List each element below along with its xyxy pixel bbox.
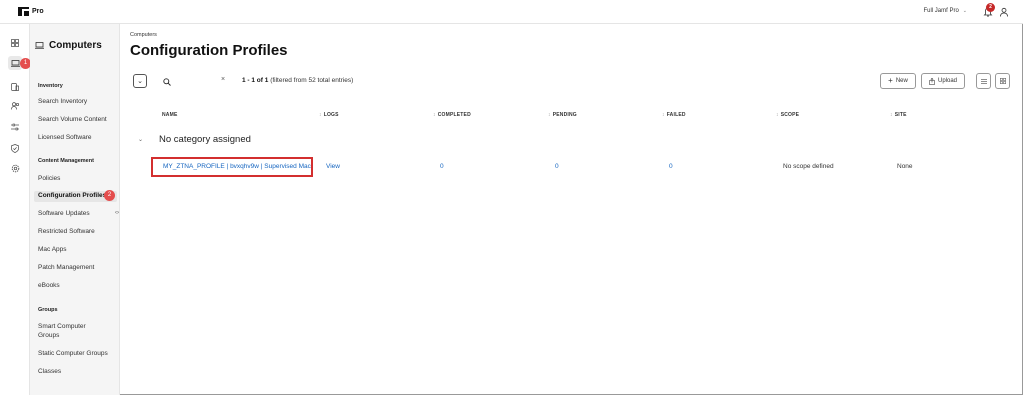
jamf-logo-icon: [18, 7, 29, 16]
list-view-button[interactable]: [976, 73, 991, 89]
sidebar-title-text: Computers: [49, 40, 102, 51]
sidebar-title: Computers: [35, 40, 102, 51]
users-icon[interactable]: [8, 99, 22, 113]
column-header-scope-label: SCOPE: [780, 112, 800, 118]
toolbar: ⌄ × 1 - 1 of 1 (filtered from 52 total e…: [133, 73, 1013, 89]
highlight-box: [151, 157, 313, 177]
category-group-row[interactable]: ⌄ No category assigned: [130, 130, 1015, 148]
new-button-label: New: [895, 78, 908, 84]
step-badge-2: 2: [104, 190, 115, 201]
column-header-pending-label: PENDING: [552, 112, 577, 118]
dashboard-icon[interactable]: [8, 36, 22, 50]
sort-icon: ↕: [319, 112, 322, 118]
sort-icon: ↕: [776, 112, 779, 118]
results-count: 1 - 1 of 1 (filtered from 52 total entri…: [242, 77, 353, 84]
sidebar-item-ebooks[interactable]: eBooks: [34, 281, 117, 291]
sidebar-heading-content-management: Content Management: [38, 158, 94, 164]
column-header-site-label: SITE: [894, 112, 907, 118]
sidebar-item-classes[interactable]: Classes: [34, 367, 117, 377]
plus-icon: +: [888, 76, 893, 85]
devices-icon[interactable]: [8, 80, 22, 94]
sidebar-heading-groups: Groups: [38, 307, 58, 313]
brand-name: Pro: [32, 8, 44, 15]
completed-count-link[interactable]: 0: [440, 163, 444, 170]
column-header-completed[interactable]: ↕ COMPLETED: [433, 112, 471, 118]
list-view-icon: [980, 78, 987, 84]
clear-search-icon[interactable]: ×: [221, 76, 225, 83]
sidebar-item-search-volume-content[interactable]: Search Volume Content: [34, 115, 117, 125]
column-header-scope[interactable]: ↕ SCOPE: [776, 112, 799, 118]
sidebar-item-patch-management[interactable]: Patch Management: [34, 263, 117, 273]
sidebar-item-policies[interactable]: Policies: [34, 174, 117, 184]
column-header-name[interactable]: NAME: [162, 112, 178, 118]
grid-view-icon: [999, 78, 1006, 84]
table-header: NAME ↕ LOGS ↕ COMPLETED ↕ PENDING ↕ FAILED ↕…: [130, 112, 1015, 120]
logs-view-link[interactable]: View: [326, 163, 340, 170]
user-icon[interactable]: [999, 7, 1009, 17]
sort-icon: ↕: [890, 112, 893, 118]
notification-badge: 2: [986, 3, 995, 12]
sidebar-item-licensed-software[interactable]: Licensed Software: [34, 133, 117, 143]
results-range: 1 - 1 of 1: [242, 77, 269, 84]
sidebar: Computers Inventory Search Inventory Sea…: [30, 24, 120, 395]
scope-value: No scope defined: [783, 163, 834, 170]
results-filter-note: (filtered from 52 total entries): [270, 77, 354, 84]
sidebar-item-software-updates[interactable]: Software Updates: [34, 209, 117, 219]
chevron-down-icon: ⌄: [962, 8, 967, 14]
breadcrumb[interactable]: Computers: [130, 32, 157, 38]
chevron-down-icon: ⌄: [137, 77, 143, 85]
account-name: Full Jamf Pro: [923, 8, 959, 14]
column-header-logs-label: LOGS: [323, 112, 339, 118]
chevron-down-icon[interactable]: ⌄: [138, 136, 143, 143]
upload-button[interactable]: Upload: [921, 73, 965, 89]
account-switcher[interactable]: Full Jamf Pro ⌄: [923, 8, 967, 14]
column-header-site[interactable]: ↕ SITE: [890, 112, 907, 118]
sidebar-item-search-inventory[interactable]: Search Inventory: [34, 97, 117, 107]
shield-icon[interactable]: [8, 141, 22, 155]
search-icon: [163, 78, 171, 86]
sidebar-item-restricted-software[interactable]: Restricted Software: [34, 227, 117, 237]
column-header-failed-label: FAILED: [666, 112, 686, 118]
new-button[interactable]: + New: [880, 73, 916, 89]
column-header-failed[interactable]: ↕ FAILED: [662, 112, 686, 118]
grid-view-button[interactable]: [995, 73, 1010, 89]
settings-sliders-icon[interactable]: [8, 120, 22, 134]
failed-count-link[interactable]: 0: [669, 163, 673, 170]
site-value: None: [897, 163, 913, 170]
sidebar-item-static-computer-groups[interactable]: Static Computer Groups: [34, 349, 117, 359]
top-bar: Pro Full Jamf Pro ⌄ 2: [0, 0, 1023, 24]
filter-dropdown-button[interactable]: ⌄: [133, 74, 147, 88]
column-header-pending[interactable]: ↕ PENDING: [548, 112, 577, 118]
category-group-label: No category assigned: [159, 134, 251, 145]
sidebar-item-mac-apps[interactable]: Mac Apps: [34, 245, 117, 255]
column-header-logs[interactable]: ↕ LOGS: [319, 112, 339, 118]
sidebar-heading-inventory: Inventory: [38, 83, 63, 89]
upload-button-label: Upload: [937, 78, 957, 84]
column-header-completed-label: COMPLETED: [437, 112, 471, 118]
pending-count-link[interactable]: 0: [555, 163, 559, 170]
sort-icon: ↕: [662, 112, 665, 118]
page-title: Configuration Profiles: [130, 42, 288, 59]
laptop-icon: [35, 42, 44, 49]
gear-icon[interactable]: [8, 161, 22, 175]
icon-rail: 1: [0, 24, 31, 395]
upload-icon: [929, 77, 935, 85]
sort-icon: ↕: [433, 112, 436, 118]
main-content: Computers Configuration Profiles ⌄ × 1 -…: [121, 24, 1023, 395]
sort-icon: ↕: [548, 112, 551, 118]
sidebar-item-smart-computer-groups[interactable]: Smart Computer Groups: [34, 322, 104, 340]
collapse-sidebar-icon[interactable]: ‹›: [115, 210, 119, 216]
